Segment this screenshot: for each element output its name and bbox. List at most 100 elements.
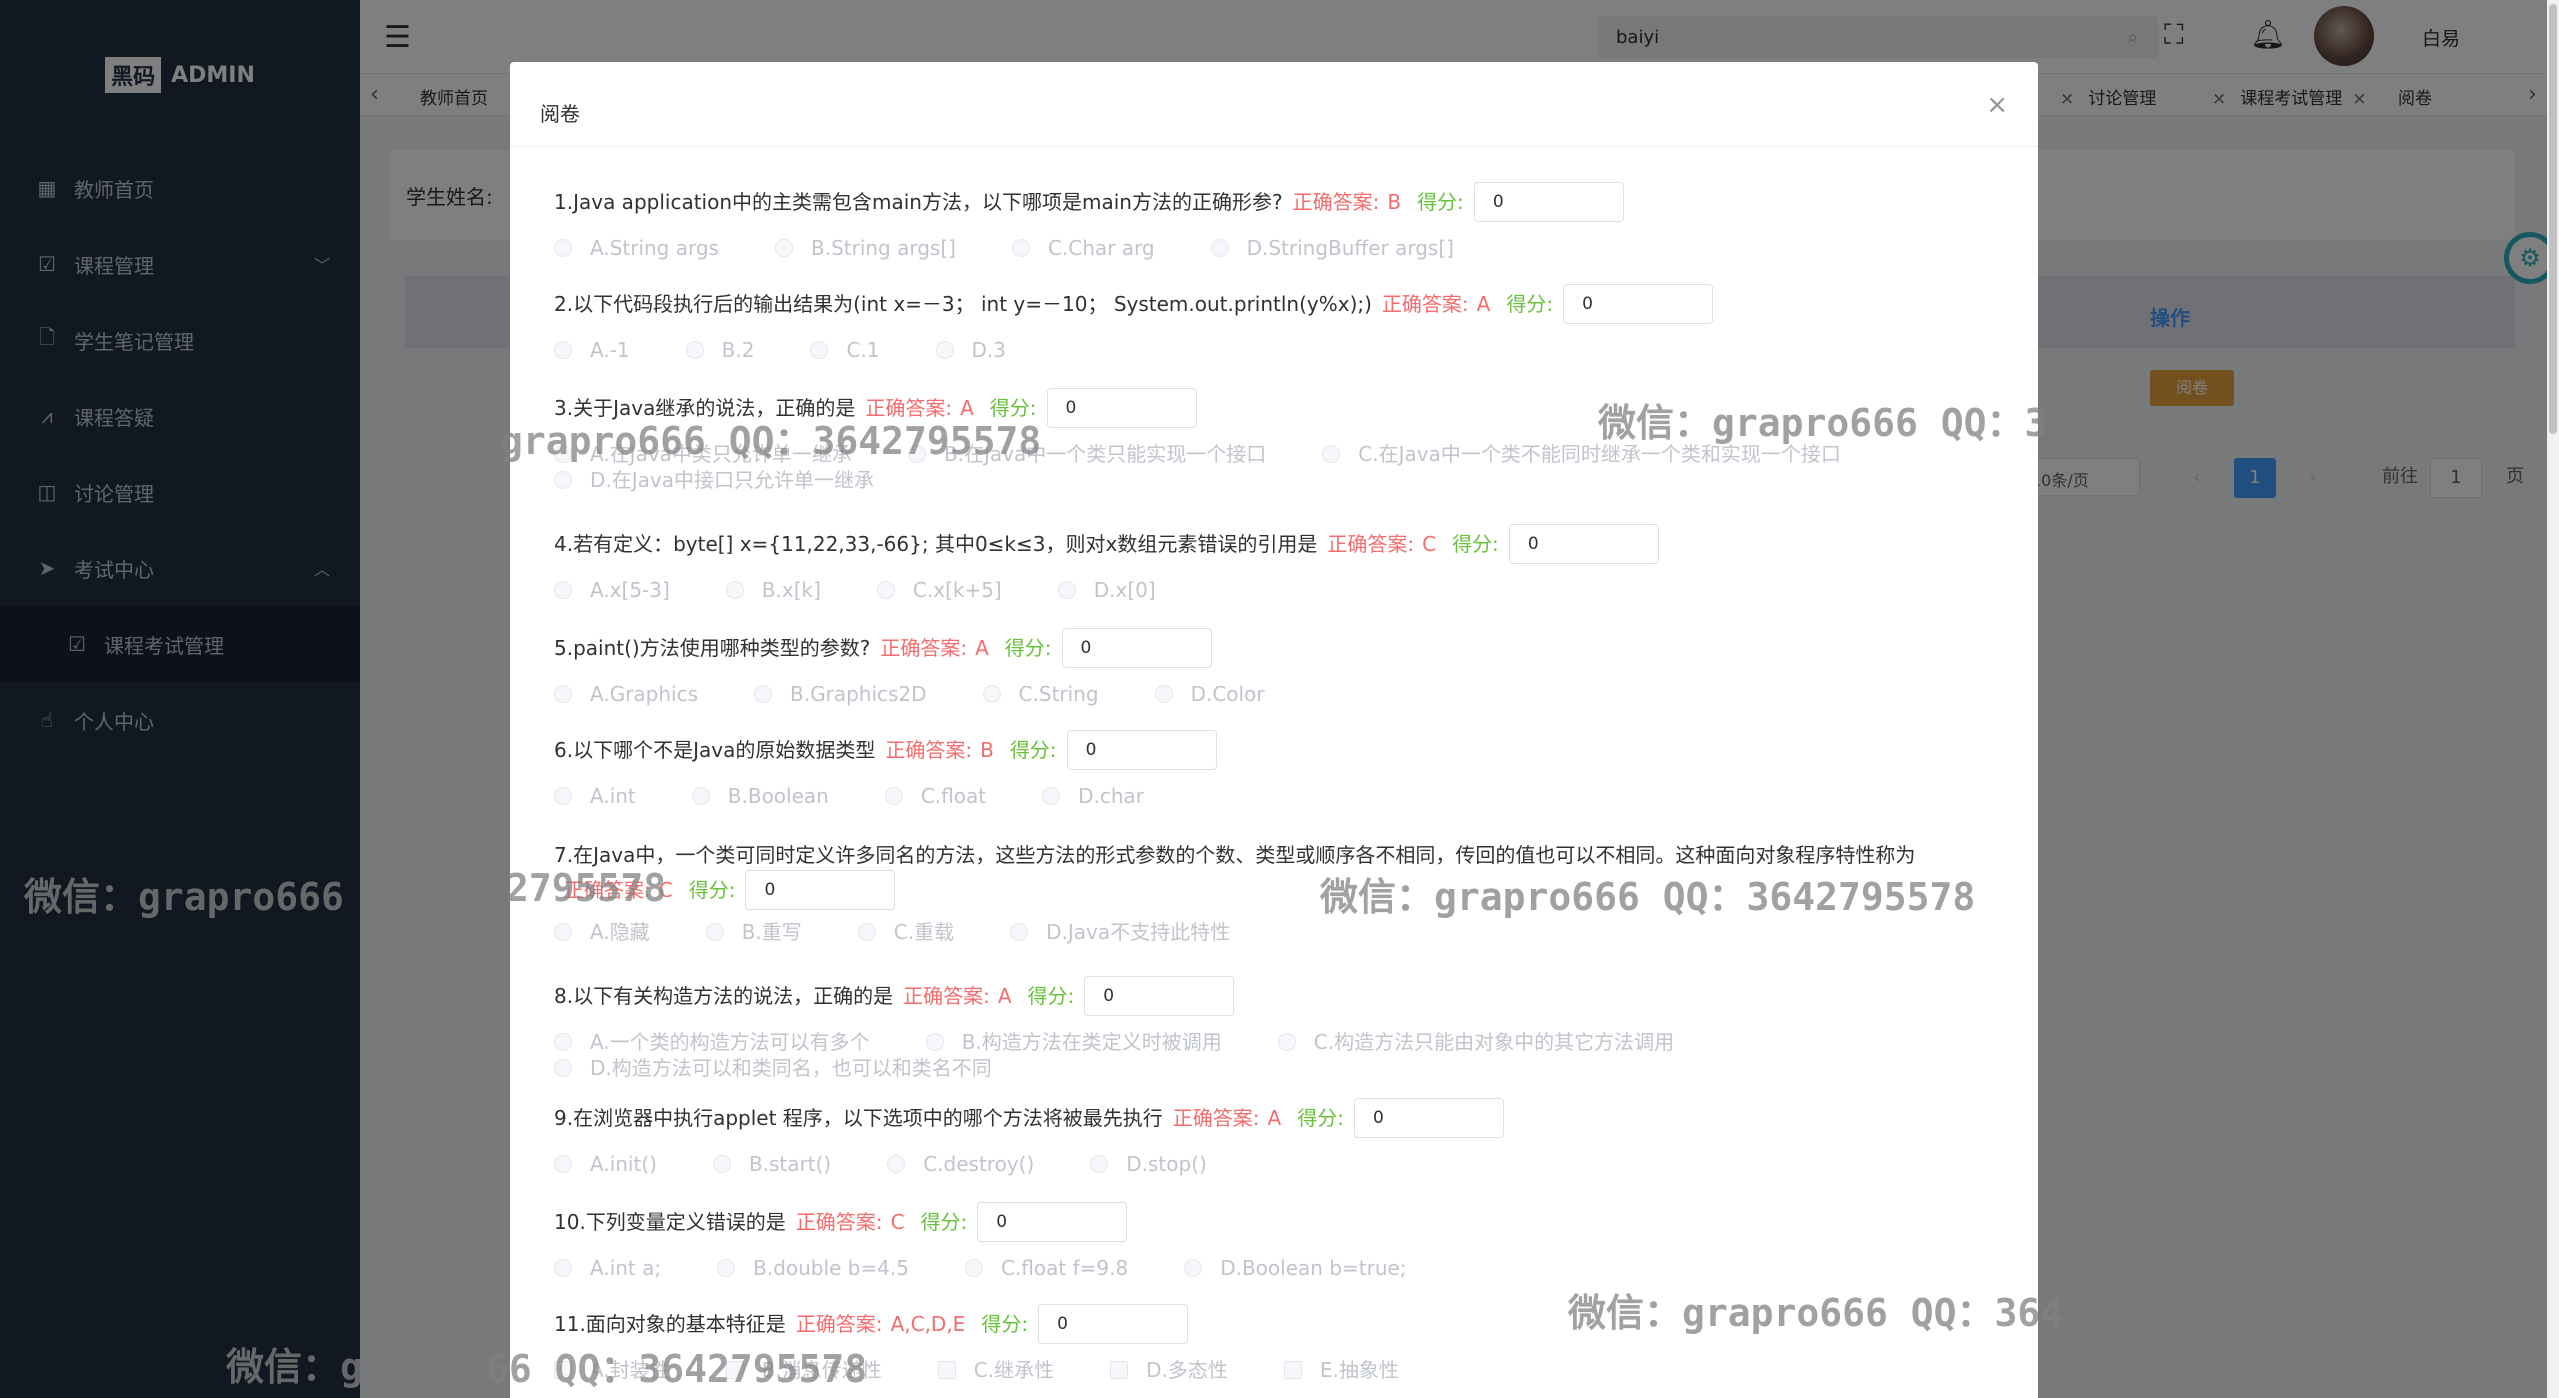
radio-button[interactable]: [1057, 581, 1076, 599]
answer-option[interactable]: A.一个类的构造方法可以有多个: [554, 1030, 870, 1054]
score-input[interactable]: [1084, 976, 1235, 1016]
radio-button[interactable]: [554, 685, 572, 703]
answer-option[interactable]: D.构造方法可以和类同名，也可以和类名不同: [554, 1056, 992, 1080]
radio-button[interactable]: [1042, 787, 1061, 805]
radio-button[interactable]: [554, 471, 572, 489]
radio-button[interactable]: [907, 445, 926, 463]
radio-button[interactable]: [554, 239, 572, 257]
answer-option[interactable]: C.float: [884, 784, 986, 808]
radio-button[interactable]: [554, 787, 572, 805]
radio-button[interactable]: [887, 1155, 906, 1173]
radio-button[interactable]: [554, 1059, 572, 1077]
answer-option[interactable]: B.start(): [712, 1152, 831, 1176]
answer-option[interactable]: D.3: [935, 338, 1006, 362]
checkbox[interactable]: [725, 1361, 744, 1379]
answer-option[interactable]: B.double b=4.5: [717, 1256, 909, 1280]
scrollbar[interactable]: [2547, 0, 2559, 1398]
radio-button[interactable]: [554, 1259, 572, 1277]
radio-button[interactable]: [935, 341, 954, 359]
answer-option[interactable]: A.int: [554, 784, 636, 808]
radio-button[interactable]: [982, 685, 1001, 703]
answer-option[interactable]: B.Graphics2D: [754, 682, 927, 706]
radio-button[interactable]: [1184, 1259, 1203, 1277]
radio-button[interactable]: [754, 685, 773, 703]
answer-option[interactable]: C.float f=9.8: [964, 1256, 1128, 1280]
radio-button[interactable]: [554, 1033, 572, 1051]
radio-button[interactable]: [1277, 1033, 1296, 1051]
radio-button[interactable]: [712, 1155, 731, 1173]
answer-option[interactable]: A.x[5-3]: [554, 578, 670, 602]
radio-button[interactable]: [725, 581, 744, 599]
radio-button[interactable]: [554, 445, 572, 463]
answer-option[interactable]: D.StringBuffer args[]: [1210, 236, 1454, 260]
scrollbar-thumb[interactable]: [2549, 4, 2557, 434]
checkbox[interactable]: [1283, 1361, 1302, 1379]
score-input[interactable]: [745, 870, 896, 910]
answer-option[interactable]: B.构造方法在类定义时被调用: [925, 1030, 1222, 1054]
score-input[interactable]: [1508, 524, 1659, 564]
radio-button[interactable]: [717, 1259, 736, 1277]
answer-option[interactable]: D.stop(): [1090, 1152, 1207, 1176]
answer-option[interactable]: A.封装性: [554, 1358, 670, 1382]
answer-option[interactable]: A.隐藏: [554, 920, 650, 944]
answer-option[interactable]: B.消息传递性: [725, 1358, 882, 1382]
radio-button[interactable]: [774, 239, 793, 257]
answer-option[interactable]: B.2: [685, 338, 754, 362]
answer-option[interactable]: C.String: [982, 682, 1099, 706]
answer-option[interactable]: A.在Java中类只允许单一继承: [554, 442, 852, 466]
answer-option[interactable]: B.x[k]: [725, 578, 821, 602]
answer-option[interactable]: D.多态性: [1110, 1358, 1228, 1382]
radio-button[interactable]: [1011, 239, 1030, 257]
radio-button[interactable]: [1154, 685, 1173, 703]
radio-button[interactable]: [964, 1259, 983, 1277]
radio-button[interactable]: [1210, 239, 1229, 257]
close-icon[interactable]: ×: [1986, 90, 2008, 120]
answer-option[interactable]: A.Graphics: [554, 682, 698, 706]
radio-button[interactable]: [1090, 1155, 1109, 1173]
radio-button[interactable]: [857, 923, 876, 941]
radio-button[interactable]: [1322, 445, 1341, 463]
radio-button[interactable]: [554, 1155, 572, 1173]
answer-option[interactable]: D.Color: [1154, 682, 1265, 706]
answer-option[interactable]: A.init(): [554, 1152, 657, 1176]
checkbox[interactable]: [554, 1361, 572, 1379]
score-input[interactable]: [1061, 628, 1212, 668]
answer-option[interactable]: C.Char arg: [1011, 236, 1155, 260]
answer-option[interactable]: B.在Java中一个类只能实现一个接口: [907, 442, 1266, 466]
radio-button[interactable]: [554, 923, 572, 941]
radio-button[interactable]: [554, 341, 572, 359]
answer-option[interactable]: C.1: [810, 338, 880, 362]
score-input[interactable]: [1046, 388, 1197, 428]
answer-option[interactable]: E.抽象性: [1283, 1358, 1399, 1382]
radio-button[interactable]: [691, 787, 710, 805]
answer-option[interactable]: C.重载: [857, 920, 954, 944]
score-input[interactable]: [1473, 182, 1624, 222]
answer-option[interactable]: C.x[k+5]: [876, 578, 1002, 602]
checkbox[interactable]: [1110, 1361, 1129, 1379]
radio-button[interactable]: [884, 787, 903, 805]
answer-option[interactable]: B.String args[]: [774, 236, 956, 260]
answer-option[interactable]: D.char: [1042, 784, 1144, 808]
score-input[interactable]: [1038, 1304, 1189, 1344]
radio-button[interactable]: [554, 581, 572, 599]
answer-option[interactable]: B.Boolean: [691, 784, 829, 808]
radio-button[interactable]: [685, 341, 704, 359]
score-input[interactable]: [1066, 730, 1217, 770]
score-input[interactable]: [977, 1202, 1128, 1242]
answer-option[interactable]: C.destroy(): [887, 1152, 1034, 1176]
answer-option[interactable]: D.x[0]: [1057, 578, 1156, 602]
radio-button[interactable]: [876, 581, 895, 599]
answer-option[interactable]: B.重写: [705, 920, 802, 944]
radio-button[interactable]: [705, 923, 724, 941]
answer-option[interactable]: C.继承性: [937, 1358, 1054, 1382]
radio-button[interactable]: [1010, 923, 1029, 941]
answer-option[interactable]: C.在Java中一个类不能同时继承一个类和实现一个接口: [1322, 442, 1841, 466]
radio-button[interactable]: [810, 341, 829, 359]
answer-option[interactable]: D.Java不支持此特性: [1010, 920, 1230, 944]
checkbox[interactable]: [937, 1361, 956, 1379]
answer-option[interactable]: A.int a;: [554, 1256, 661, 1280]
score-input[interactable]: [1563, 284, 1714, 324]
answer-option[interactable]: A.String args: [554, 236, 719, 260]
answer-option[interactable]: D.Boolean b=true;: [1184, 1256, 1407, 1280]
radio-button[interactable]: [925, 1033, 944, 1051]
